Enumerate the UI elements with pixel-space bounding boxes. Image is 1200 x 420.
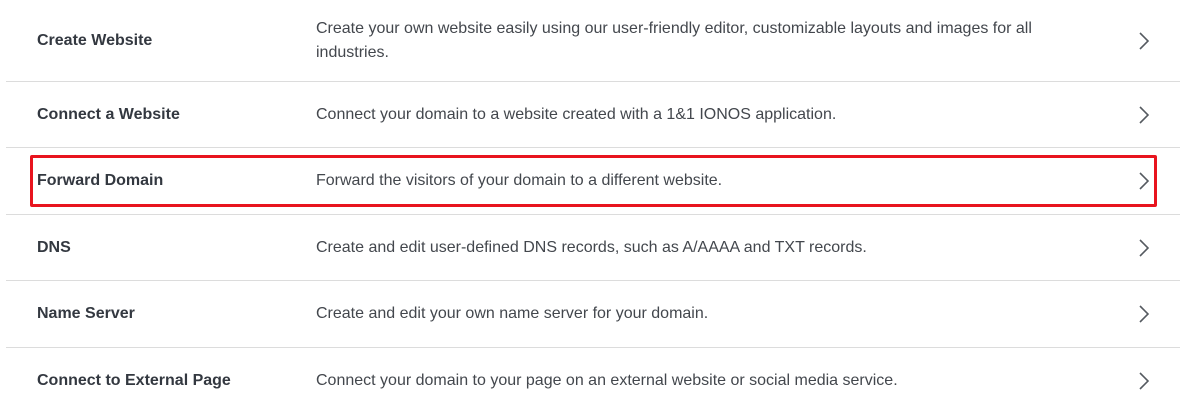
item-name: Forward Domain (37, 172, 164, 189)
item-description: Create and edit user-defined DNS records… (316, 238, 867, 256)
item-name: Connect a Website (37, 105, 180, 123)
list-item-connect-to-external-page[interactable]: Connect to External Page Connect your do… (6, 348, 1180, 414)
list-item-connect-a-website[interactable]: Connect a Website Connect your domain to… (6, 82, 1180, 148)
item-description: Create your own website easily using our… (316, 19, 1032, 61)
item-name: Create Website (37, 31, 153, 49)
chevron-right-icon[interactable] (1136, 171, 1152, 191)
item-name: Name Server (37, 305, 135, 322)
item-description: Create and edit your own name server for… (316, 305, 709, 322)
chevron-right-icon[interactable] (1136, 31, 1152, 51)
chevron-right-icon[interactable] (1136, 304, 1152, 324)
item-name: Connect to External Page (37, 372, 231, 389)
item-description: Forward the visitors of your domain to a… (316, 172, 723, 189)
item-description: Connect your domain to your page on an e… (316, 372, 898, 389)
list-item-dns[interactable]: DNS Create and edit user-defined DNS rec… (6, 215, 1180, 281)
chevron-right-icon[interactable] (1136, 371, 1152, 391)
list-item-forward-domain[interactable]: Forward Domain Forward the visitors of y… (6, 148, 1180, 215)
list-item-create-website[interactable]: Create Website Create your own website e… (6, 0, 1180, 82)
item-name: DNS (37, 238, 71, 256)
chevron-right-icon[interactable] (1136, 238, 1152, 258)
list-item-name-server[interactable]: Name Server Create and edit your own nam… (6, 281, 1180, 348)
chevron-right-icon[interactable] (1136, 105, 1152, 125)
item-description: Connect your domain to a website created… (316, 105, 837, 123)
domain-settings-list: Create Website Create your own website e… (6, 0, 1180, 414)
